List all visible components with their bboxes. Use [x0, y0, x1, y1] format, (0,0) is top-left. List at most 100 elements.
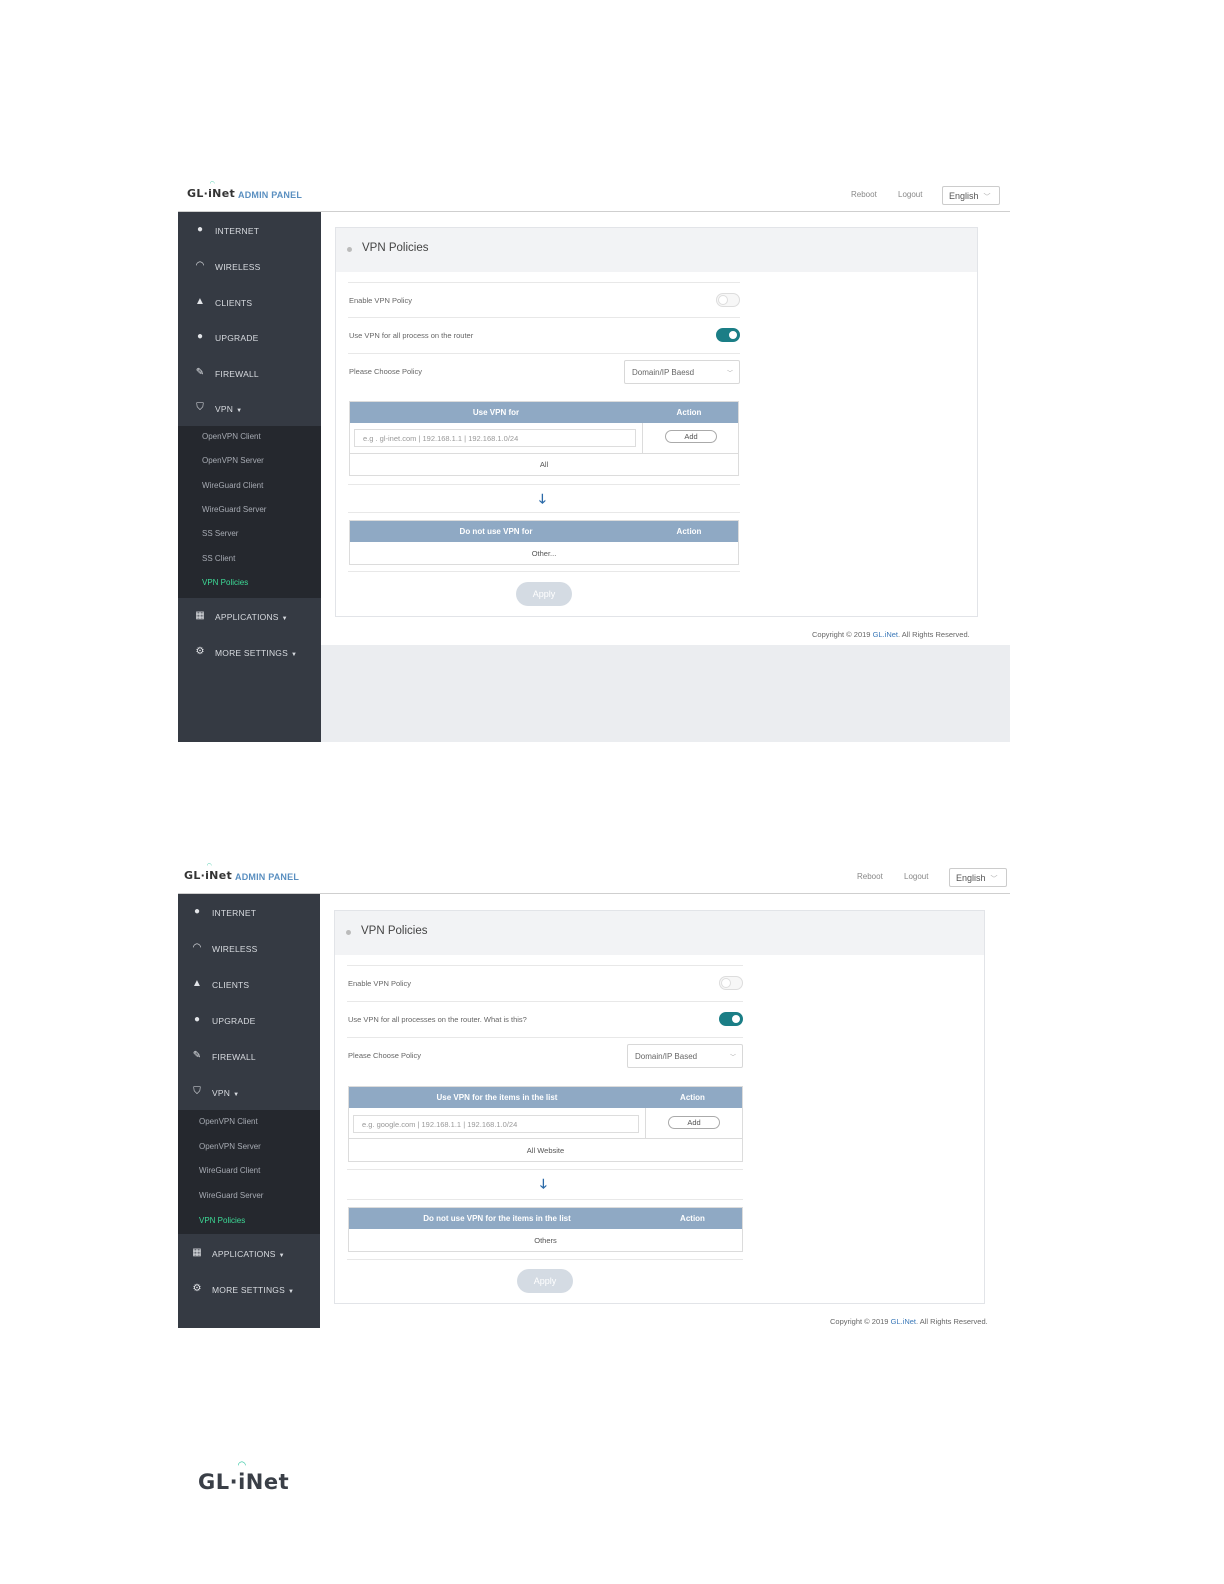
globe-icon: ●: [196, 224, 204, 235]
logout-link[interactable]: Logout: [898, 190, 922, 199]
glinet-logo: ◠ GL·iNet: [184, 862, 233, 882]
nav-clients[interactable]: ▲ CLIENTS: [178, 966, 320, 1002]
enable-vpn-policy-toggle[interactable]: [716, 293, 740, 307]
use-vpn-all-cell: All Website: [526, 1146, 565, 1155]
reboot-link[interactable]: Reboot: [851, 190, 877, 199]
wifi-icon: ◠: [192, 942, 202, 953]
submenu-openvpn-server[interactable]: OpenVPN Server: [199, 1142, 261, 1151]
nav-more-settings[interactable]: ⚙ MORE SETTINGS ▼: [178, 1271, 320, 1307]
user-icon: ▲: [192, 978, 202, 989]
copyright: Copyright © 2019 GL.iNet. All Rights Res…: [812, 630, 970, 639]
submenu-vpn-policies[interactable]: VPN Policies: [199, 1216, 245, 1225]
nav-internet[interactable]: ● INTERNET: [178, 212, 321, 248]
do-not-use-vpn-table: Do not use VPN for Action Other...: [349, 520, 739, 565]
language-select[interactable]: English ﹀: [949, 868, 1007, 887]
glinet-logo: ◠ GL·iNet: [187, 180, 236, 200]
vpn-policies-card: VPN Policies Enable VPN Policy Use VPN f…: [334, 910, 985, 1304]
nav-applications[interactable]: ▦ APPLICATIONS ▼: [178, 1235, 320, 1271]
sidebar: ● INTERNET ◠ WIRELESS ▲ CLIENTS ● UPGRADE ✎ F…: [178, 894, 320, 1328]
nav-upgrade[interactable]: ● UPGRADE: [178, 1002, 320, 1038]
submenu-wireguard-client[interactable]: WireGuard Client: [199, 1166, 260, 1175]
do-not-use-vpn-cell: Other...: [531, 549, 557, 558]
bullet-icon: [346, 930, 351, 935]
shield-icon: ⛉: [193, 1086, 201, 1097]
use-vpn-table-header: Use VPN for the items in the list Action: [349, 1087, 742, 1108]
page-title: VPN Policies: [361, 925, 428, 937]
nav-vpn[interactable]: ⛉ VPN ▼: [178, 1074, 320, 1110]
add-button[interactable]: Add: [668, 1116, 720, 1129]
nav-upgrade[interactable]: ● UPGRADE: [178, 319, 321, 355]
submenu-vpn-policies[interactable]: VPN Policies: [202, 578, 248, 587]
use-vpn-table: Use VPN for Action e.g . gl-inet.com | 1…: [349, 401, 739, 476]
do-not-use-vpn-table-header: Do not use VPN for the items in the list…: [349, 1208, 742, 1229]
chevron-down-icon: ﹀: [729, 1055, 736, 1061]
globe-icon: ●: [193, 906, 201, 917]
nav-vpn[interactable]: ⛉ VPN ▼: [178, 390, 321, 426]
submenu-ss-client[interactable]: SS Client: [202, 554, 235, 563]
firewall-icon: ✎: [192, 1050, 202, 1061]
use-vpn-table: Use VPN for the items in the list Action…: [348, 1086, 743, 1162]
nav-firewall[interactable]: ✎ FIREWALL: [178, 1038, 320, 1074]
submenu-openvpn-server[interactable]: OpenVPN Server: [202, 456, 264, 465]
footer-glinet-logo: ◠ GL·iNet: [198, 1460, 290, 1494]
chevron-down-icon: ﹀: [726, 371, 733, 377]
top-bar: ◠ GL·iNet ADMIN PANEL Reboot Logout Engli…: [178, 178, 1010, 212]
domain-ip-input[interactable]: e.g . gl-inet.com | 192.168.1.1 | 192.16…: [354, 429, 636, 447]
language-select[interactable]: English ﹀: [942, 186, 1000, 205]
grid-icon: ▦: [192, 1247, 202, 1258]
choose-policy-row: Please Choose Policy Domain/IP Baesd ﹀: [348, 353, 740, 389]
policy-select[interactable]: Domain/IP Based ﹀: [627, 1044, 743, 1068]
nav-wireless[interactable]: ◠ WIRELESS: [178, 248, 321, 284]
vpn-policies-card: VPN Policies Enable VPN Policy Use VPN f…: [335, 227, 978, 617]
do-not-use-vpn-table: Do not use VPN for the items in the list…: [348, 1207, 743, 1252]
do-not-use-vpn-cell: Others: [534, 1236, 557, 1245]
upgrade-icon: ●: [193, 1014, 201, 1025]
submenu-openvpn-client[interactable]: OpenVPN Client: [202, 432, 261, 441]
submenu-wireguard-client[interactable]: WireGuard Client: [202, 481, 263, 490]
logout-link[interactable]: Logout: [904, 872, 928, 881]
admin-panel-label: ADMIN PANEL: [235, 872, 300, 882]
copyright: Copyright © 2019 GL.iNet. All Rights Res…: [830, 1317, 988, 1326]
do-not-use-vpn-table-header: Do not use VPN for Action: [350, 521, 738, 542]
chevron-down-icon: ﹀: [990, 876, 998, 883]
upgrade-icon: ●: [196, 331, 204, 342]
use-vpn-all-toggle[interactable]: [716, 328, 740, 342]
use-vpn-all-cell: All: [539, 460, 549, 469]
apply-button[interactable]: Apply: [517, 1269, 573, 1293]
content-background: [321, 645, 1010, 742]
screenshot-1: ◠ GL·iNet ADMIN PANEL Reboot Logout Engli…: [178, 178, 1010, 742]
use-vpn-table-header: Use VPN for Action: [350, 402, 738, 423]
reboot-link[interactable]: Reboot: [857, 872, 883, 881]
use-vpn-all-toggle[interactable]: [719, 1012, 743, 1026]
nav-firewall[interactable]: ✎ FIREWALL: [178, 355, 321, 391]
submenu-wireguard-server[interactable]: WireGuard Server: [202, 505, 266, 514]
enable-vpn-policy-row: Enable VPN Policy: [348, 282, 740, 318]
arrow-down-icon: 🡓: [540, 1176, 547, 1191]
vpn-submenu: OpenVPN Client OpenVPN Server WireGuard …: [178, 426, 321, 598]
chevron-down-icon: ﹀: [983, 194, 991, 201]
nav-wireless[interactable]: ◠ WIRELESS: [178, 930, 320, 966]
card-header: VPN Policies: [336, 228, 977, 272]
grid-icon: ▦: [195, 610, 205, 621]
submenu-wireguard-server[interactable]: WireGuard Server: [199, 1191, 263, 1200]
policy-select[interactable]: Domain/IP Baesd ﹀: [624, 360, 740, 384]
page-title: VPN Policies: [362, 242, 429, 254]
nav-clients[interactable]: ▲ CLIENTS: [178, 284, 321, 320]
use-vpn-all-row: Use VPN for all processes on the router.…: [347, 1001, 743, 1037]
enable-vpn-policy-toggle[interactable]: [719, 976, 743, 990]
top-bar: ◠ GL·iNet ADMIN PANEL Reboot Logout Engli…: [178, 860, 1010, 894]
use-vpn-all-row: Use VPN for all process on the router: [348, 317, 740, 353]
gear-icon: ⚙: [195, 646, 205, 657]
bullet-icon: [347, 247, 352, 252]
nav-applications[interactable]: ▦ APPLICATIONS ▼: [178, 598, 321, 634]
submenu-openvpn-client[interactable]: OpenVPN Client: [199, 1117, 258, 1126]
card-header: VPN Policies: [335, 911, 984, 955]
user-icon: ▲: [195, 296, 205, 307]
domain-ip-input[interactable]: e.g. google.com | 192.168.1.1 | 192.168.…: [353, 1115, 639, 1133]
nav-internet[interactable]: ● INTERNET: [178, 894, 320, 930]
nav-more-settings[interactable]: ⚙ MORE SETTINGS ▼: [178, 634, 321, 670]
submenu-ss-server[interactable]: SS Server: [202, 529, 238, 538]
firewall-icon: ✎: [195, 367, 205, 378]
apply-button[interactable]: Apply: [516, 582, 572, 606]
add-button[interactable]: Add: [665, 430, 717, 443]
